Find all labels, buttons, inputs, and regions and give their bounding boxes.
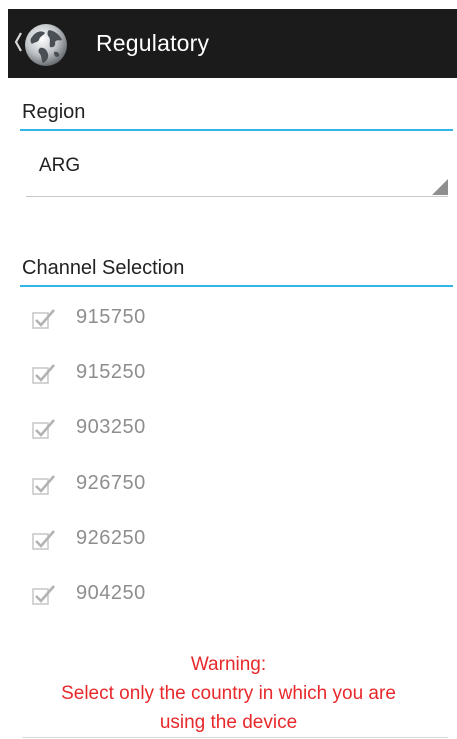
channel-value: 926250 bbox=[76, 527, 146, 549]
region-header-label: Region bbox=[22, 101, 86, 123]
checkbox-checked-icon[interactable] bbox=[32, 308, 56, 330]
channel-header-label: Channel Selection bbox=[22, 257, 185, 279]
channel-checkbox-row[interactable]: 903250 bbox=[32, 414, 332, 450]
bottom-divider bbox=[22, 737, 448, 738]
channel-value: 915250 bbox=[76, 361, 146, 383]
channel-header-divider bbox=[20, 285, 453, 287]
checkbox-checked-icon[interactable] bbox=[32, 418, 56, 440]
region-spinner-underline bbox=[26, 196, 448, 197]
checkbox-checked-icon[interactable] bbox=[32, 529, 56, 551]
region-header-divider bbox=[20, 129, 453, 131]
warning-message: Warning: Select only the country in whic… bbox=[0, 650, 457, 737]
channel-value: 903250 bbox=[76, 416, 146, 438]
channel-value: 904250 bbox=[76, 582, 146, 604]
warning-title: Warning: bbox=[190, 654, 267, 675]
warning-text-line-1: Select only the country in which you are bbox=[61, 683, 396, 704]
channel-checkbox-row[interactable]: 926250 bbox=[32, 525, 332, 561]
channel-checkbox-row[interactable]: 915750 bbox=[32, 304, 332, 340]
channel-checkbox-row[interactable]: 904250 bbox=[32, 580, 332, 616]
checkbox-checked-icon[interactable] bbox=[32, 474, 56, 496]
checkbox-checked-icon[interactable] bbox=[32, 584, 56, 606]
action-bar: Regulatory bbox=[8, 9, 457, 78]
region-section-header: Region bbox=[20, 101, 453, 131]
channel-section-header: Channel Selection bbox=[20, 257, 453, 287]
region-spinner[interactable]: ARG bbox=[26, 140, 448, 197]
region-selected-value: ARG bbox=[39, 155, 81, 176]
channel-value: 926750 bbox=[76, 472, 146, 494]
page-title: Regulatory bbox=[96, 30, 210, 56]
checkbox-checked-icon[interactable] bbox=[32, 363, 56, 385]
globe-app-icon[interactable] bbox=[22, 21, 70, 69]
channel-checkbox-row[interactable]: 926750 bbox=[32, 470, 332, 506]
channel-checkbox-row[interactable]: 915250 bbox=[32, 359, 332, 395]
channel-value: 915750 bbox=[76, 306, 146, 328]
warning-text-line-2: using the device bbox=[159, 712, 298, 733]
spinner-dropdown-icon bbox=[432, 179, 448, 195]
